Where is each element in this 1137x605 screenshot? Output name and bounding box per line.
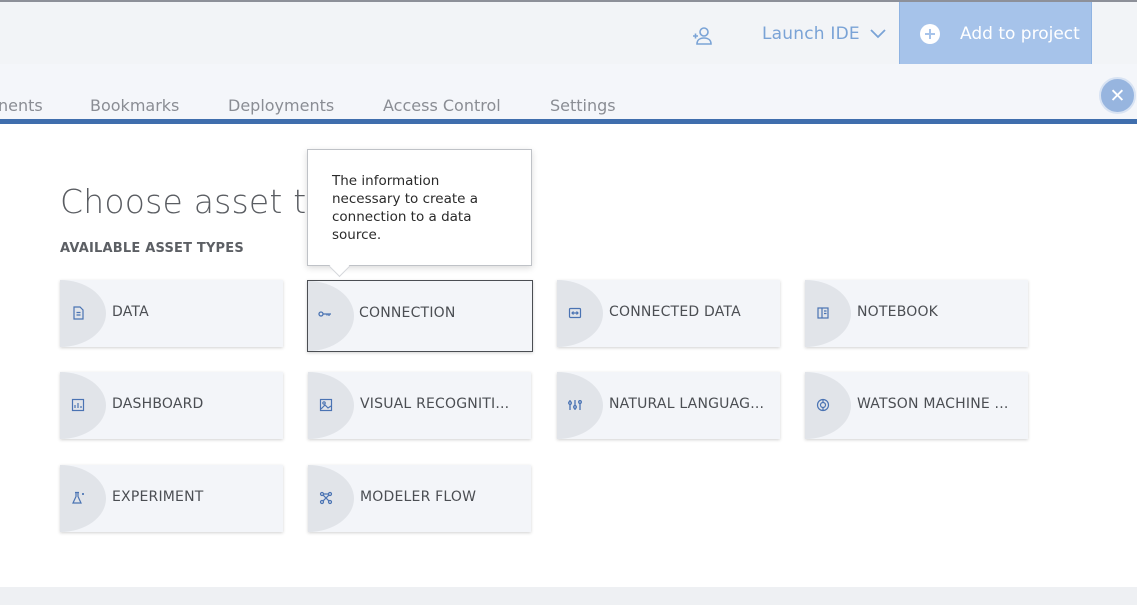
asset-card-notebook[interactable]: NOTEBOOK bbox=[805, 280, 1028, 347]
asset-card-connection[interactable]: CONNECTION bbox=[307, 280, 533, 352]
tooltip-arrow bbox=[328, 255, 351, 278]
asset-card-connected-data[interactable]: CONNECTED DATA bbox=[557, 280, 780, 347]
launch-ide-label: Launch IDE bbox=[762, 24, 860, 44]
asset-card-natural-language[interactable]: NATURAL LANGUAG... bbox=[557, 372, 780, 439]
footer-bar bbox=[0, 587, 1137, 605]
visual-recognition-icon bbox=[318, 397, 334, 413]
asset-card-dashboard[interactable]: DASHBOARD bbox=[60, 372, 283, 439]
add-to-project-button[interactable]: Add to project bbox=[899, 2, 1092, 66]
data-icon bbox=[70, 305, 86, 321]
asset-card-label: VISUAL RECOGNITI... bbox=[360, 396, 510, 412]
launch-ide-dropdown[interactable]: Launch IDE bbox=[762, 22, 886, 46]
experiment-icon bbox=[70, 490, 86, 506]
tab-bar: nents Bookmarks Deployments Access Contr… bbox=[0, 64, 1137, 120]
dashboard-icon bbox=[70, 397, 86, 413]
asset-card-label: NOTEBOOK bbox=[857, 304, 939, 320]
panel-top-rule bbox=[0, 119, 1137, 124]
close-icon[interactable]: ✕ bbox=[1099, 77, 1136, 114]
tab-settings[interactable]: Settings bbox=[550, 96, 616, 115]
asset-card-label: DATA bbox=[112, 304, 149, 320]
tab-assignments[interactable]: nents bbox=[0, 96, 43, 115]
connection-icon bbox=[317, 306, 333, 322]
asset-card-experiment[interactable]: EXPERIMENT bbox=[60, 465, 283, 532]
asset-card-label: CONNECTED DATA bbox=[609, 304, 741, 320]
asset-card-watson-machine-learning[interactable]: WATSON MACHINE ... bbox=[805, 372, 1028, 439]
watson-machine-icon bbox=[815, 397, 831, 413]
asset-card-label: WATSON MACHINE ... bbox=[857, 396, 1009, 412]
asset-card-label: DASHBOARD bbox=[112, 396, 204, 412]
top-bar: Launch IDE Add to project bbox=[0, 0, 1137, 66]
tooltip-text: The information necessary to create a co… bbox=[332, 173, 479, 243]
connection-tooltip: The information necessary to create a co… bbox=[307, 149, 532, 278]
section-label: AVAILABLE ASSET TYPES bbox=[60, 241, 244, 256]
asset-card-label: MODELER FLOW bbox=[360, 489, 477, 505]
connected-data-icon bbox=[567, 305, 583, 321]
tab-bookmarks[interactable]: Bookmarks bbox=[90, 96, 179, 115]
asset-card-data[interactable]: DATA bbox=[60, 280, 283, 347]
asset-card-modeler-flow[interactable]: MODELER FLOW bbox=[308, 465, 531, 532]
chevron-down-icon bbox=[870, 24, 886, 44]
plus-circle-icon bbox=[920, 24, 940, 44]
modeler-flow-icon bbox=[318, 490, 334, 506]
add-collaborator-icon[interactable] bbox=[690, 24, 714, 48]
tab-access-control[interactable]: Access Control bbox=[383, 96, 501, 115]
notebook-icon bbox=[815, 305, 831, 321]
asset-card-label: EXPERIMENT bbox=[112, 489, 204, 505]
asset-card-visual-recognition[interactable]: VISUAL RECOGNITI... bbox=[308, 372, 531, 439]
asset-card-label: CONNECTION bbox=[359, 305, 456, 321]
natural-language-icon bbox=[567, 397, 583, 413]
page-title: Choose asset ty bbox=[60, 182, 327, 221]
add-to-project-label: Add to project bbox=[960, 24, 1080, 44]
asset-card-label: NATURAL LANGUAG... bbox=[609, 396, 765, 412]
tab-deployments[interactable]: Deployments bbox=[228, 96, 334, 115]
